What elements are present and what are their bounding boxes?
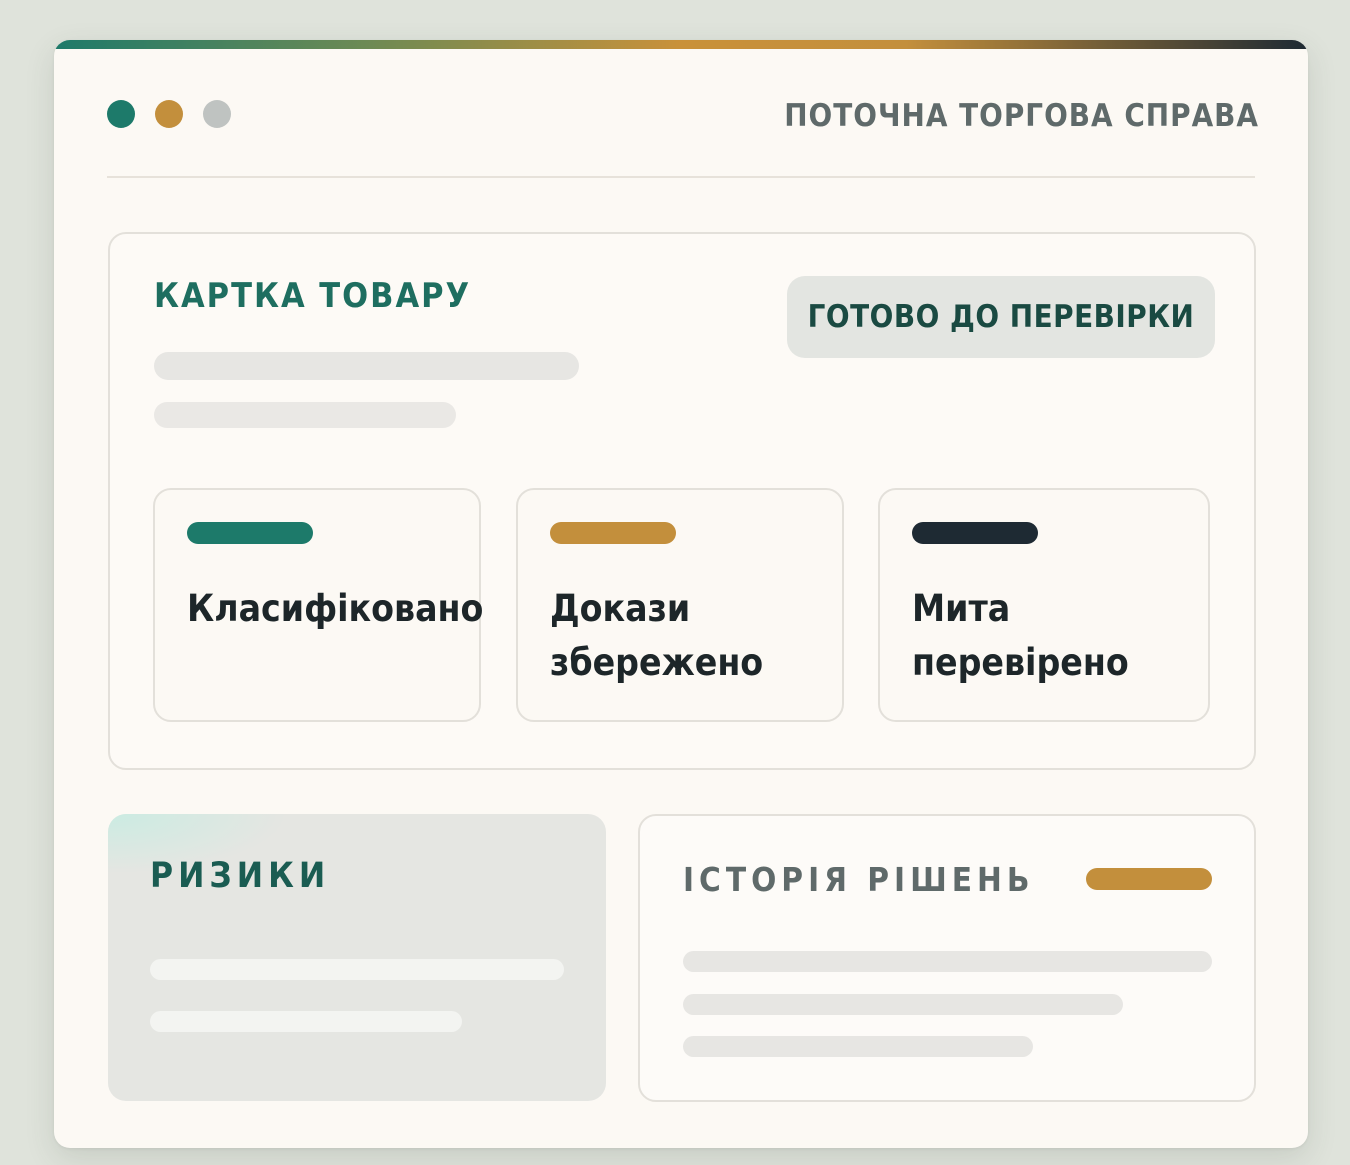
decision-history-title: ІСТОРІЯ РІШЕНЬ: [683, 860, 1035, 899]
window-accent-stripe: [54, 40, 1308, 49]
checklist-item-classified[interactable]: Класифіковано: [153, 488, 484, 722]
status-bar-dark: [912, 522, 1038, 544]
risks-panel: РИЗИКИ: [108, 814, 606, 1101]
text-placeholder-line: [154, 402, 456, 428]
risks-title: РИЗИКИ: [150, 856, 331, 896]
checklist-label: Докази збережено: [550, 587, 764, 684]
header-divider: [107, 176, 1255, 178]
window-control-gray-dot[interactable]: [203, 100, 231, 128]
product-card: КАРТКА ТОВАРУ ГОТОВО ДО ПЕРЕВІРКИ Класиф…: [108, 232, 1256, 770]
text-placeholder-line: [683, 951, 1212, 972]
window-title: ПОТОЧНА ТОРГОВА СПРАВА: [784, 98, 1259, 134]
status-bar-teal: [187, 522, 313, 544]
window-control-gold-dot[interactable]: [155, 100, 183, 128]
checklist-label: Мита перевірено: [912, 587, 1129, 684]
window-control-teal-dot[interactable]: [107, 100, 135, 128]
text-placeholder-line: [150, 959, 564, 980]
decision-history-panel: ІСТОРІЯ РІШЕНЬ: [638, 814, 1256, 1102]
text-placeholder-line: [683, 1036, 1033, 1057]
history-accent-bar: [1086, 868, 1212, 890]
text-placeholder-line: [683, 994, 1123, 1015]
app-window: ПОТОЧНА ТОРГОВА СПРАВА КАРТКА ТОВАРУ ГОТ…: [54, 40, 1308, 1148]
checklist-label: Класифіковано: [187, 587, 484, 630]
text-placeholder-line: [154, 352, 579, 380]
text-placeholder-line: [150, 1011, 462, 1032]
checklist-item-duties-checked[interactable]: Мита перевірено: [878, 488, 1210, 722]
product-card-title: КАРТКА ТОВАРУ: [154, 276, 472, 316]
checklist-item-evidence-saved[interactable]: Докази збережено: [516, 488, 844, 722]
status-bar-gold: [550, 522, 676, 544]
status-badge[interactable]: ГОТОВО ДО ПЕРЕВІРКИ: [787, 276, 1215, 358]
